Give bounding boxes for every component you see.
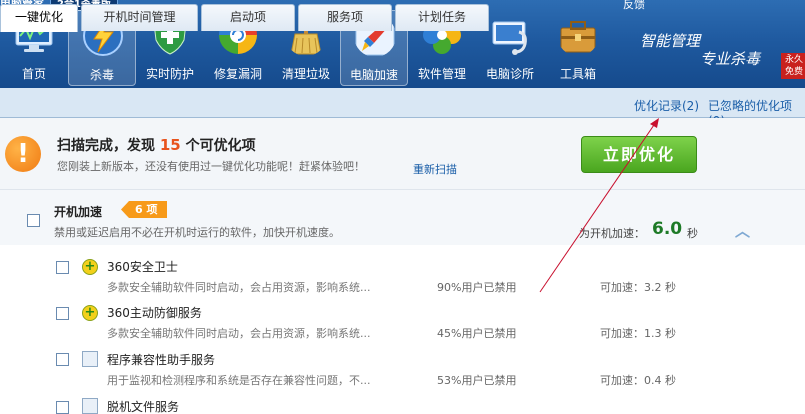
item-disable-stat: 90%用户已禁用 <box>437 281 517 294</box>
item-disable-stat: 45%用户已禁用 <box>437 327 517 340</box>
item-checkbox[interactable] <box>56 353 69 366</box>
item-speedup: 可加速：0.4 秒 <box>600 374 676 387</box>
toolbox-icon <box>560 21 596 53</box>
service-icon <box>82 351 98 367</box>
tool-label: 软件管理 <box>417 67 466 81</box>
service-icon <box>82 398 98 414</box>
360-icon: + <box>82 259 98 275</box>
scan-title: 扫描完成，发现 15 个可优化项 <box>57 135 256 155</box>
item-disable-stat: 53%用户已禁用 <box>437 374 517 387</box>
tab-boot-time[interactable]: 开机时间管理 <box>81 4 198 31</box>
tool-label: 清理垃圾 <box>281 67 330 81</box>
tool-toolbox[interactable]: 工具箱 <box>544 10 612 86</box>
scan-summary: ! 扫描完成，发现 15 个可优化项 您刚装上新版本，还没有使用过一键优化功能呢… <box>0 118 805 190</box>
item-name: 程序兼容性助手服务 <box>107 353 216 367</box>
scan-title-suffix: 个可优化项 <box>185 138 256 154</box>
clinic-icon <box>492 21 527 55</box>
group-description: 禁用或延迟启用不必在开机时运行的软件，加快开机速度。 <box>54 226 340 239</box>
scan-count: 15 <box>159 136 181 154</box>
group-checkbox[interactable] <box>27 214 40 227</box>
tool-label: 工具箱 <box>559 67 596 81</box>
tool-label: 电脑加速 <box>349 68 398 82</box>
tool-label: 杀毒 <box>89 68 114 82</box>
scan-title-prefix: 扫描完成，发现 <box>57 138 155 154</box>
item-description: 用于监视和检测程序和系统是否存在兼容性问题，不... <box>107 374 371 387</box>
feedback-link[interactable]: 反馈 <box>623 0 645 12</box>
slogan-line1: 智能管理 <box>640 32 701 50</box>
scan-subtitle: 您刚装上新版本，还没有使用过一键优化功能呢！赶紧体验吧！ <box>57 160 365 173</box>
free-forever-tag: 永久免费 <box>781 53 805 79</box>
item-name: 脱机文件服务 <box>107 400 180 414</box>
item-checkbox[interactable] <box>56 261 69 274</box>
collapse-chevron-icon[interactable]: ︿ <box>735 220 750 241</box>
tab-startup-items[interactable]: 启动项 <box>201 4 295 31</box>
item-description: 多款安全辅助软件同时启动，会占用资源，影响系统... <box>107 281 371 294</box>
optimize-now-button[interactable]: 立即优化 <box>581 136 697 173</box>
group-title: 开机加速 <box>54 205 103 219</box>
group-count-badge: 6 项 <box>121 201 168 218</box>
item-checkbox[interactable] <box>56 307 69 320</box>
slogan-line2: 专业杀毒 <box>700 50 761 68</box>
item-speedup: 可加速：1.3 秒 <box>600 327 676 340</box>
optimize-history-link[interactable]: 优化记录(2) <box>634 97 699 114</box>
item-name: 360主动防御服务 <box>107 306 202 320</box>
item-speedup: 可加速：3.2 秒 <box>600 281 676 294</box>
warning-icon: ! <box>5 136 41 172</box>
tab-services[interactable]: 服务项 <box>298 4 392 31</box>
tool-label: 电脑诊所 <box>485 67 534 81</box>
item-checkbox[interactable] <box>56 401 69 414</box>
rescan-link[interactable]: 重新扫描 <box>413 161 457 177</box>
tab-scheduled-tasks[interactable]: 计划任务 <box>395 4 489 31</box>
group-speed-value: 6.0 <box>652 219 683 239</box>
item-name: 360安全卫士 <box>107 260 178 274</box>
tool-label: 实时防护 <box>145 67 194 81</box>
group-speed-unit: 秒 <box>687 227 698 240</box>
360-icon: + <box>82 305 98 321</box>
tool-label: 首页 <box>21 67 46 81</box>
tool-label: 修复漏洞 <box>213 67 262 81</box>
tab-one-click-optimize[interactable]: 一键优化 <box>0 4 78 32</box>
item-description: 多款安全辅助软件同时启动，会占用资源，影响系统... <box>107 327 371 340</box>
group-speed-label: 为开机加速： <box>579 227 645 240</box>
